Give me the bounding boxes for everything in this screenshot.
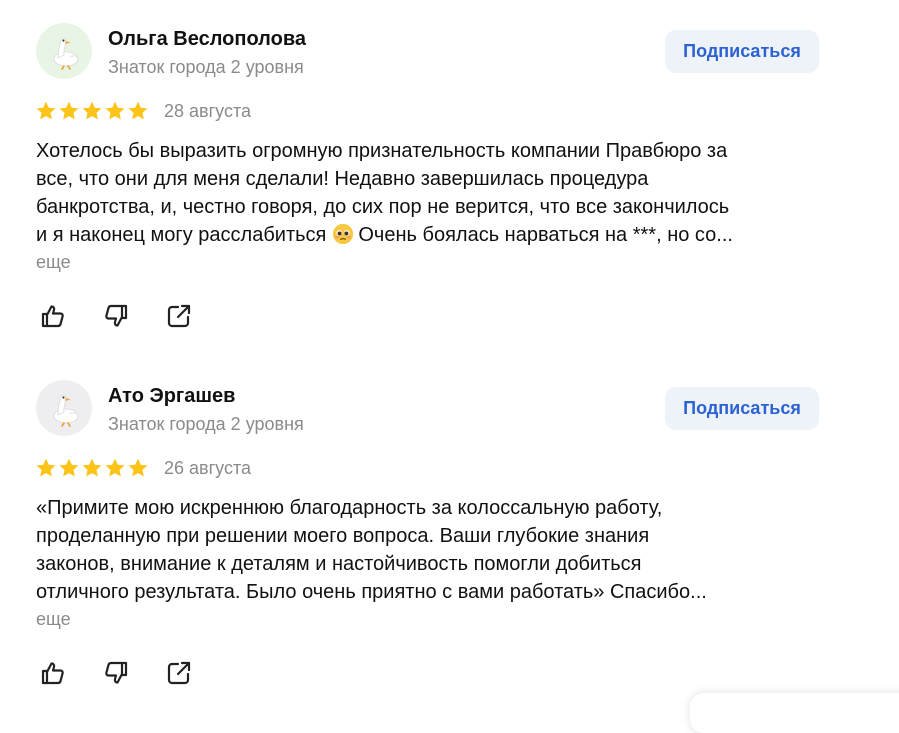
- star-icon: [82, 101, 102, 120]
- review-text-line-with-emoji: и я наконец могу расслабиться Очень бояла…: [36, 221, 826, 249]
- star-icon: [59, 458, 79, 477]
- star-icon: [82, 458, 102, 477]
- star-icon: [128, 101, 148, 120]
- star-icon: [59, 101, 79, 120]
- thumbs-up-icon: [41, 305, 64, 328]
- share-button[interactable]: [163, 300, 195, 332]
- review-card: Ольга Веслополова Знаток города 2 уровня…: [0, 0, 899, 357]
- rating-stars: [35, 100, 149, 122]
- dislike-button[interactable]: [100, 300, 132, 332]
- author-level: Знаток города 2 уровня: [108, 414, 304, 434]
- goose-avatar-icon: [53, 37, 79, 70]
- like-button[interactable]: [37, 657, 69, 689]
- thumbs-up-icon: [41, 662, 64, 685]
- avatar[interactable]: [36, 380, 92, 436]
- share-button[interactable]: [163, 657, 195, 689]
- more-link[interactable]: еще: [36, 252, 71, 273]
- thumbs-down-icon: [105, 304, 128, 327]
- rating-stars: [35, 457, 149, 479]
- review-date: 26 августа: [164, 458, 252, 478]
- review-text-line: проделанную при решении моего вопроса. В…: [36, 525, 650, 547]
- review-text: Хотелось бы выразить огромную признатель…: [36, 137, 826, 249]
- star-icon: [105, 458, 125, 477]
- star-icon: [128, 458, 148, 477]
- author-name[interactable]: Ольга Веслополова: [108, 28, 306, 51]
- review-text-line: «Примите мою искреннюю благодарность за …: [36, 497, 663, 519]
- review-text-line: законов, внимание к деталям и настойчиво…: [36, 553, 642, 575]
- review-text-fragment: Очень боялась нарваться на ***, но со...: [358, 224, 733, 246]
- author-name[interactable]: Ато Эргашев: [108, 385, 235, 408]
- review-text: «Примите мою искреннюю благодарность за …: [36, 494, 826, 606]
- goose-avatar-icon: [53, 394, 79, 427]
- thumbs-down-icon: [105, 661, 128, 684]
- author-level: Знаток города 2 уровня: [108, 57, 304, 77]
- star-icon: [105, 101, 125, 120]
- review-text-line: отличного результата. Было очень приятно…: [36, 581, 707, 603]
- dislike-button[interactable]: [100, 657, 132, 689]
- review-text-line: Хотелось бы выразить огромную признатель…: [36, 140, 728, 162]
- review-date: 28 августа: [164, 101, 252, 121]
- like-button[interactable]: [37, 300, 69, 332]
- more-link[interactable]: еще: [36, 609, 71, 630]
- subscribe-button[interactable]: Подписаться: [665, 30, 819, 73]
- star-icon: [36, 101, 56, 120]
- pleading-face-emoji: [333, 223, 354, 245]
- review-text-fragment: и я наконец могу расслабиться: [36, 224, 327, 246]
- floating-panel[interactable]: [690, 693, 899, 733]
- star-icon: [36, 458, 56, 477]
- avatar[interactable]: [36, 23, 92, 79]
- share-icon: [167, 304, 191, 328]
- review-text-line: все, что они для меня сделали! Недавно з…: [36, 168, 649, 190]
- review-text-line: банкротства, и, честно говоря, до сих по…: [36, 196, 730, 218]
- review-card: Ато Эргашев Знаток города 2 уровня Подпи…: [0, 357, 899, 714]
- share-icon: [167, 661, 191, 685]
- subscribe-button[interactable]: Подписаться: [665, 387, 819, 430]
